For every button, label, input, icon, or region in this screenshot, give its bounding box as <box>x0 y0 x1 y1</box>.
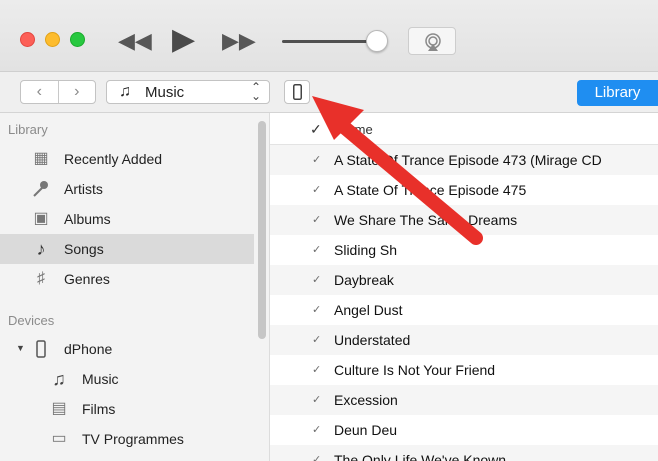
forward-button[interactable]: › <box>59 81 96 103</box>
sidebar-item-label: TV Programmes <box>82 431 184 447</box>
check-column-header[interactable]: ✓ <box>310 121 322 138</box>
table-row[interactable]: ✓ Excession <box>270 385 658 415</box>
airplay-button[interactable] <box>408 27 456 55</box>
checkbox[interactable]: ✓ <box>312 423 321 436</box>
volume-knob[interactable] <box>366 30 388 52</box>
song-list: ✓ Name ✓ A State Of Trance Episode 473 (M… <box>270 113 658 461</box>
airplay-icon <box>425 33 441 51</box>
sidebar-item-device-tv[interactable]: ▭ TV Programmes <box>0 424 254 454</box>
navigation-buttons: ‹ › <box>20 80 96 104</box>
microphone-icon <box>32 180 50 198</box>
checkbox[interactable]: ✓ <box>312 273 321 286</box>
song-title: We Share The Same Dreams <box>334 212 518 228</box>
disclosure-triangle-icon[interactable]: ▼ <box>16 343 25 353</box>
song-title: Culture Is Not Your Friend <box>334 362 496 378</box>
song-list-header: ✓ Name <box>270 113 658 145</box>
checkbox[interactable]: ✓ <box>312 453 321 461</box>
media-kind-select[interactable]: ♫ Music ⌃ ⌄ <box>106 80 270 104</box>
song-title: Angel Dust <box>334 302 403 318</box>
media-kind-label: Music <box>145 84 185 101</box>
sidebar: Library ▦ Recently Added Artists ▣ Album… <box>0 113 270 461</box>
calendar-icon: ▦ <box>33 150 49 167</box>
song-title: A State Of Trance Episode 475 <box>334 182 527 198</box>
sidebar-item-dphone[interactable]: ▼ dPhone <box>0 334 254 364</box>
back-button[interactable]: ‹ <box>21 81 59 103</box>
toolbar: ‹ › ♫ Music ⌃ ⌄ Library <box>0 72 658 113</box>
song-title: Excession <box>334 392 398 408</box>
table-row[interactable]: ✓ A State Of Trance Episode 473 (Mirage C… <box>270 145 658 175</box>
sidebar-item-label: Albums <box>64 211 111 227</box>
checkbox[interactable]: ✓ <box>312 243 321 256</box>
rewind-icon[interactable]: ◀◀ <box>118 28 152 54</box>
table-row[interactable]: ✓ Angel Dust <box>270 295 658 325</box>
zoom-window-button[interactable] <box>70 32 85 47</box>
table-row[interactable]: ✓ Deun Deu <box>270 415 658 445</box>
sidebar-item-label: Artists <box>64 181 103 197</box>
table-row[interactable]: ✓ We Share The Same Dreams <box>270 205 658 235</box>
sidebar-item-label: dPhone <box>64 341 113 357</box>
player-bar: ◀◀ ▶ ▶▶ <box>0 0 658 72</box>
play-icon[interactable]: ▶ <box>172 22 195 57</box>
table-row[interactable]: ✓ Daybreak <box>270 265 658 295</box>
song-title: Understated <box>334 332 411 348</box>
note-icon: ♪ <box>36 239 46 259</box>
song-title: Daybreak <box>334 272 394 288</box>
song-title: The Only Life We've Known <box>334 452 507 461</box>
film-icon: ▤ <box>51 400 67 417</box>
album-icon: ▣ <box>33 210 49 227</box>
fast-forward-icon[interactable]: ▶▶ <box>222 28 256 54</box>
sidebar-item-genres[interactable]: ♯ Genres <box>0 264 254 294</box>
chevron-right-icon: › <box>74 83 80 100</box>
library-button[interactable]: Library <box>577 80 658 106</box>
song-title: Deun Deu <box>334 422 398 438</box>
song-title: Sliding Sh <box>334 242 398 258</box>
sidebar-item-device-music[interactable]: ♫ Music <box>0 364 254 394</box>
name-column-header[interactable]: Name <box>338 122 373 137</box>
sidebar-scrollbar[interactable] <box>258 121 266 339</box>
song-title: A State Of Trance Episode 473 (Mirage CD <box>334 152 602 168</box>
close-window-button[interactable] <box>20 32 35 47</box>
checkbox[interactable]: ✓ <box>312 153 321 166</box>
sidebar-item-songs[interactable]: ♪ Songs <box>0 234 254 264</box>
checkbox[interactable]: ✓ <box>312 363 321 376</box>
checkbox[interactable]: ✓ <box>312 393 321 406</box>
table-row[interactable]: ✓ Sliding Sh <box>270 235 658 265</box>
genres-icon: ♯ <box>37 270 45 287</box>
minimize-window-button[interactable] <box>45 32 60 47</box>
sidebar-item-artists[interactable]: Artists <box>0 174 254 204</box>
table-row[interactable]: ✓ A State Of Trance Episode 475 <box>270 175 658 205</box>
volume-slider[interactable] <box>282 40 374 43</box>
checkbox[interactable]: ✓ <box>312 333 321 346</box>
iphone-icon <box>293 84 302 100</box>
music-note-icon: ♫ <box>119 83 131 100</box>
sidebar-item-label: Recently Added <box>64 151 163 167</box>
iphone-icon <box>32 340 50 358</box>
library-section-header: Library <box>8 122 48 137</box>
chevron-left-icon: ‹ <box>36 83 42 100</box>
sidebar-item-device-films[interactable]: ▤ Films <box>0 394 254 424</box>
table-row[interactable]: ✓ The Only Life We've Known <box>270 445 658 461</box>
sidebar-item-label: Songs <box>64 241 104 257</box>
checkbox[interactable]: ✓ <box>312 303 321 316</box>
device-button[interactable] <box>284 80 310 104</box>
table-row[interactable]: ✓ Culture Is Not Your Friend <box>270 355 658 385</box>
checkbox[interactable]: ✓ <box>312 213 321 226</box>
devices-section-header: Devices <box>8 313 55 328</box>
music-note-icon: ♫ <box>52 369 66 389</box>
tv-icon: ▭ <box>51 430 67 447</box>
select-arrows-icon: ⌃ ⌄ <box>250 80 261 103</box>
table-row[interactable]: ✓ Understated <box>270 325 658 355</box>
sidebar-item-label: Genres <box>64 271 110 287</box>
checkbox[interactable]: ✓ <box>312 183 321 196</box>
sidebar-item-albums[interactable]: ▣ Albums <box>0 204 254 234</box>
sidebar-item-recently-added[interactable]: ▦ Recently Added <box>0 144 254 174</box>
sidebar-item-label: Music <box>82 371 119 387</box>
sidebar-item-label: Films <box>82 401 116 417</box>
